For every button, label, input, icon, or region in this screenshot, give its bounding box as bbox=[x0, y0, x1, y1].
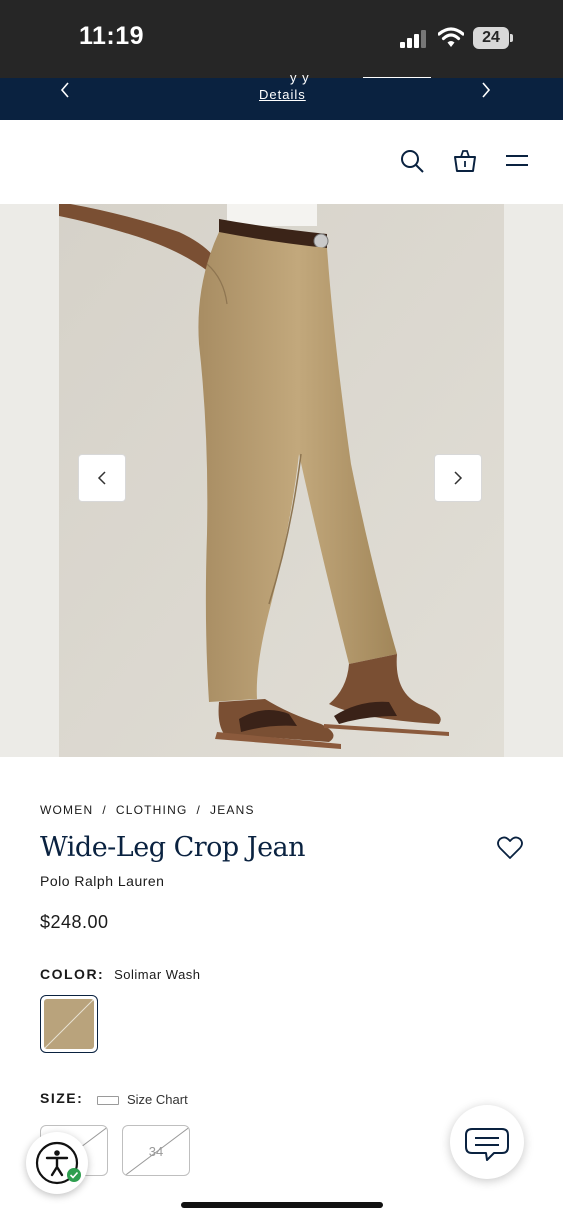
ruler-icon bbox=[97, 1096, 119, 1106]
color-label: COLOR: bbox=[40, 966, 105, 982]
home-indicator bbox=[181, 1202, 383, 1208]
product-image-carousel[interactable] bbox=[0, 204, 563, 757]
size-row: SIZE: bbox=[40, 1090, 83, 1106]
product-price: $248.00 bbox=[40, 912, 109, 932]
size-chart-label: Size Chart bbox=[127, 1092, 188, 1107]
size-option-34[interactable]: 34 bbox=[122, 1125, 190, 1176]
promo-details-link[interactable]: Details bbox=[259, 87, 306, 102]
promo-text-cut: y y bbox=[290, 70, 310, 85]
battery-indicator: 24 bbox=[473, 27, 513, 49]
color-swatch-solimar-wash[interactable] bbox=[40, 995, 98, 1053]
promo-banner: y y Details bbox=[0, 70, 563, 120]
color-row: COLOR: Solimar Wash bbox=[40, 966, 201, 982]
search-icon[interactable] bbox=[399, 148, 425, 174]
accessibility-icon bbox=[35, 1141, 81, 1185]
wifi-icon bbox=[438, 27, 464, 47]
hamburger-menu-icon[interactable] bbox=[505, 148, 529, 174]
chevron-left-icon[interactable] bbox=[53, 78, 77, 102]
size-chart-link[interactable]: Size Chart bbox=[97, 1092, 188, 1107]
chevron-right-icon bbox=[454, 471, 463, 485]
product-title: Wide-Leg Crop Jean bbox=[40, 832, 306, 863]
shopping-bag-icon[interactable] bbox=[452, 148, 478, 174]
site-header bbox=[0, 120, 563, 204]
product-brand: Polo Ralph Lauren bbox=[40, 873, 165, 889]
promo-link-underline bbox=[363, 77, 431, 78]
heart-icon[interactable] bbox=[496, 834, 524, 862]
chat-icon bbox=[465, 1128, 509, 1161]
status-time: 11:19 bbox=[79, 22, 145, 50]
breadcrumb: WOMEN / CLOTHING / JEANS bbox=[40, 803, 255, 817]
breadcrumb-women[interactable]: WOMEN bbox=[40, 803, 93, 817]
breadcrumb-clothing[interactable]: CLOTHING bbox=[116, 803, 188, 817]
status-bar: 11:19 24 bbox=[0, 0, 563, 78]
breadcrumb-separator: / bbox=[102, 803, 107, 817]
carousel-prev-button[interactable] bbox=[78, 454, 126, 502]
color-value: Solimar Wash bbox=[114, 967, 201, 982]
chevron-left-icon bbox=[97, 471, 106, 485]
carousel-next-button[interactable] bbox=[434, 454, 482, 502]
accessibility-button[interactable] bbox=[26, 1132, 88, 1194]
size-label: SIZE: bbox=[40, 1090, 84, 1106]
chat-button[interactable] bbox=[450, 1105, 524, 1179]
cellular-signal-icon bbox=[400, 30, 430, 48]
breadcrumb-jeans[interactable]: JEANS bbox=[210, 803, 255, 817]
chevron-right-icon[interactable] bbox=[474, 78, 498, 102]
breadcrumb-separator: / bbox=[196, 803, 202, 817]
